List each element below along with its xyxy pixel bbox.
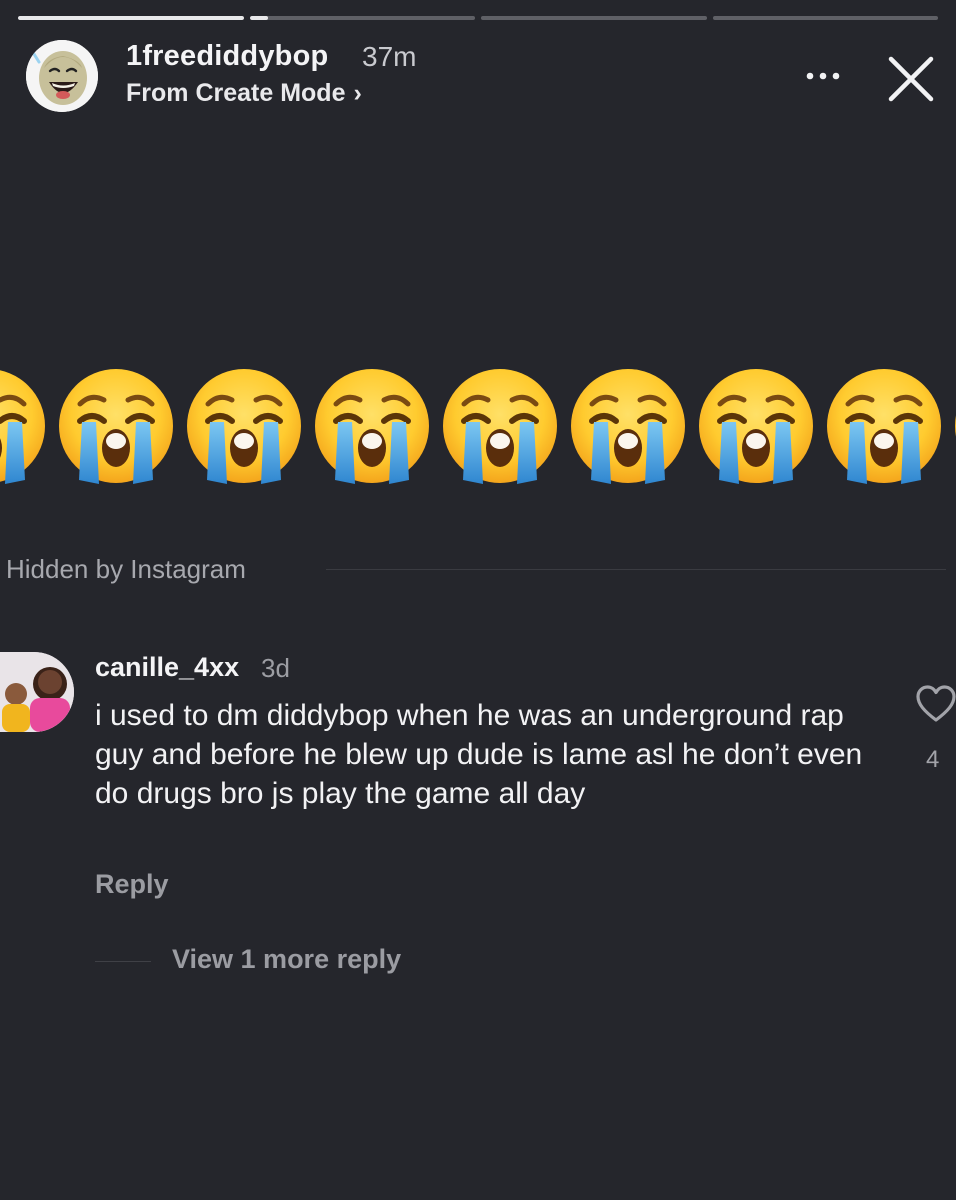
loudly-crying-face-icon bbox=[696, 366, 816, 486]
create-mode-label: From Create Mode bbox=[126, 79, 346, 107]
loudly-crying-face-icon bbox=[312, 366, 432, 486]
progress-segment-2 bbox=[249, 16, 475, 20]
chevron-right-icon: › bbox=[353, 79, 362, 107]
loudly-crying-face-icon bbox=[440, 366, 560, 486]
loudly-crying-face-icon bbox=[952, 366, 956, 486]
divider bbox=[326, 569, 946, 570]
like-button[interactable] bbox=[914, 684, 956, 724]
heart-outline-icon bbox=[916, 685, 956, 722]
comment-avatar[interactable] bbox=[0, 652, 74, 732]
loudly-crying-face-icon bbox=[56, 366, 176, 486]
comment-text: i used to dm diddybop when he was an und… bbox=[95, 699, 863, 810]
create-mode-link[interactable]: From Create Mode › bbox=[126, 79, 362, 108]
avatar-image bbox=[26, 40, 98, 112]
hidden-by-instagram-label: Hidden by Instagram bbox=[6, 554, 246, 584]
loudly-crying-face-icon bbox=[0, 366, 48, 486]
progress-segment-4 bbox=[712, 16, 938, 20]
progress-fill bbox=[249, 16, 268, 20]
more-options-button[interactable] bbox=[798, 58, 848, 94]
loudly-crying-face-icon bbox=[568, 366, 688, 486]
loudly-crying-face-icon bbox=[184, 366, 304, 486]
loudly-crying-face-icon bbox=[824, 366, 944, 486]
view-more-replies-button[interactable]: View 1 more reply bbox=[172, 944, 401, 975]
reply-button[interactable]: Reply bbox=[95, 869, 169, 900]
progress-fill bbox=[18, 16, 244, 20]
story-progress-bar bbox=[18, 16, 938, 20]
close-button[interactable] bbox=[880, 48, 942, 110]
story-avatar[interactable] bbox=[26, 40, 98, 112]
comment-timestamp: 3d bbox=[261, 653, 290, 683]
story-timestamp: 37m bbox=[362, 41, 417, 72]
progress-segment-3 bbox=[481, 16, 707, 20]
replies-divider bbox=[95, 961, 151, 962]
crying-emoji-row bbox=[0, 366, 956, 490]
like-count: 4 bbox=[926, 746, 940, 773]
comment-avatar-image bbox=[0, 652, 74, 732]
close-icon bbox=[888, 56, 934, 102]
progress-segment-1 bbox=[18, 16, 244, 20]
more-horizontal-icon bbox=[806, 72, 840, 80]
story-username[interactable]: 1freediddybop bbox=[126, 40, 328, 73]
comment-username[interactable]: canille_4xx bbox=[95, 652, 239, 683]
